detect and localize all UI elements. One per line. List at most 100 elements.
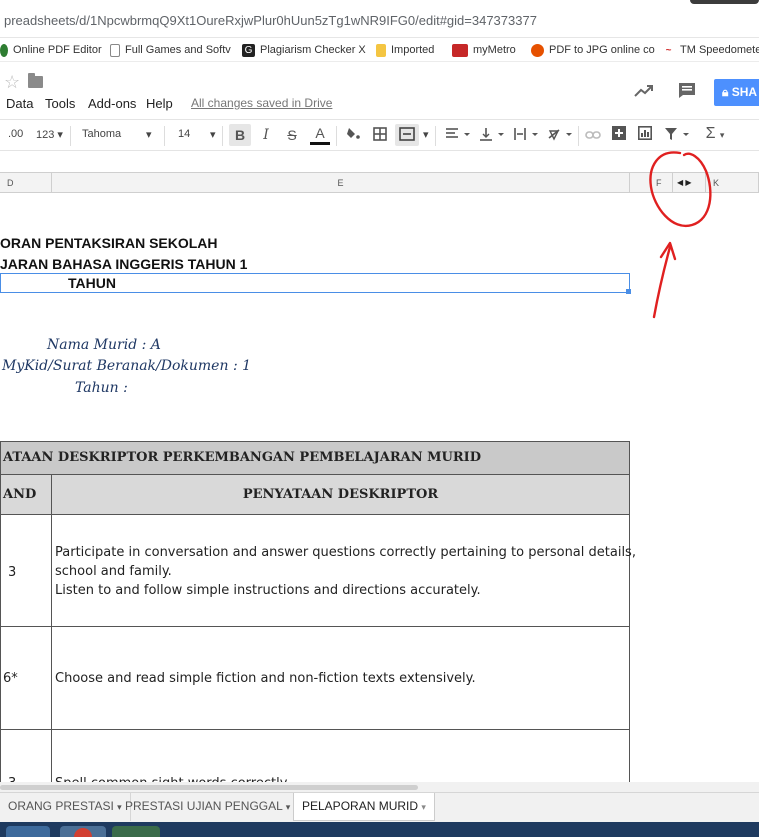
bookmark-label: PDF to JPG online co [549,44,655,56]
caret-icon: ▾ [146,129,152,141]
insert-link-icon[interactable] [584,127,602,143]
filter-icon[interactable] [662,127,692,144]
report-year[interactable]: TAHUN [68,275,116,291]
address-bar[interactable]: preadsheets/d/1NpcwbrmqQ9Xt1OureRxjwPlur… [0,0,759,38]
insert-chart-icon[interactable] [636,126,654,143]
menu-tools[interactable]: Tools [45,96,75,111]
star-icon[interactable]: ☆ [4,72,20,93]
table-row[interactable]: Choose and read simple fiction and non-f… [51,627,630,730]
bookmark-label: Online PDF Editor [13,44,102,56]
folder-icon [376,43,386,57]
sheet-tab-label: PELAPORAN MURID [302,799,419,813]
toolbar-divider [164,126,165,146]
bookmark-full-games[interactable]: Full Games and Softv [110,42,231,58]
decimal-button[interactable]: .00 [8,128,23,140]
sheet-tab[interactable]: ORANG PRESTASI ▾ [0,793,131,821]
table-row[interactable]: Participate in conversation and answer q… [51,515,636,627]
taskbar-chrome-icon[interactable] [60,826,106,837]
toolbar-divider [336,126,337,146]
font-size-select[interactable]: 14 ▾ [178,128,218,141]
caret-icon: ▾ [421,802,426,812]
bookmark-label: myMetro [473,44,516,56]
toolbar-divider [435,126,436,146]
student-name[interactable]: Nama Murid : A [47,337,161,353]
menu-add-ons[interactable]: Add-ons [88,96,136,111]
band-value: 3 [8,565,17,580]
column-header-e[interactable]: E [52,173,630,193]
comments-icon[interactable] [678,82,696,104]
caret-icon: ▾ [210,129,216,141]
bookmark-plagiarism-checker[interactable]: G Plagiarism Checker X [242,42,366,58]
band-value: 6* [3,671,18,686]
font-size-label: 14 [178,128,191,140]
bookmark-online-pdf-editor[interactable]: Online PDF Editor [0,42,102,58]
table-header[interactable]: ATAAN DESKRIPTOR PERKEMBANGAN PEMBELAJAR… [0,441,630,475]
browser-tab-edge [690,0,759,4]
text-rotation-icon[interactable] [545,127,575,144]
trend-chart-icon[interactable] [634,82,654,103]
toolbar-divider [578,126,579,146]
student-mykid[interactable]: MyKid/Surat Beranak/Dokumen : 1 [2,358,251,374]
pdf-icon [531,43,544,57]
taskbar-app-icon[interactable] [112,826,160,837]
font-family-select[interactable]: Tahoma ▾ [82,128,154,141]
lock-icon: 🔒︎ [722,85,729,99]
functions-icon[interactable]: Σ ▾ [700,125,730,143]
page-icon [110,43,120,57]
borders-icon[interactable] [371,127,389,144]
student-year[interactable]: Tahun : [75,380,128,396]
table-row[interactable]: 6* [0,627,52,730]
italic-button[interactable]: I [257,127,275,143]
band-column-header[interactable]: AND [0,475,52,515]
descriptor-line: Choose and read simple fiction and non-f… [55,671,476,686]
bookmark-imported[interactable]: Imported [376,42,434,58]
text-color-button[interactable]: A [310,124,330,145]
menu-help[interactable]: Help [146,96,173,111]
menu-data[interactable]: Data [6,96,33,111]
table-row[interactable]: 3 [0,515,52,627]
caret-icon: ▾ [285,802,291,812]
report-subject[interactable]: JARAN BAHASA INGGERIS TAHUN 1 [0,256,247,272]
tm-icon: ~ [665,44,672,56]
sheet-tab[interactable]: PRESTASI UJIAN PENGGAL ▾ [117,793,300,821]
insert-comment-icon[interactable] [610,126,628,143]
column-header-d[interactable]: D [0,173,52,193]
saved-status[interactable]: All changes saved in Drive [191,96,332,110]
bold-button[interactable]: B [229,124,251,146]
metro-icon [452,43,468,57]
bookmark-label: Full Games and Softv [125,44,231,56]
number-format-button[interactable]: 123 ▾ [36,128,63,141]
fill-handle[interactable] [626,289,631,294]
descriptor-line: Participate in conversation and answer q… [55,545,636,560]
bookmark-pdf-to-jpg[interactable]: PDF to JPG online co [531,42,655,58]
bookmarks-bar: Online PDF Editor Full Games and Softv G… [0,38,759,62]
share-button[interactable]: 🔒︎ SHA [714,79,759,106]
descriptor-column-header[interactable]: PENYATAAN DESKRIPTOR [51,475,630,515]
bookmark-mymetro[interactable]: myMetro [452,42,516,58]
toolbar-divider [222,126,223,146]
bookmark-label: TM Speedomete [680,44,759,56]
caret-icon[interactable]: ▾ [423,128,429,141]
report-title[interactable]: ORAN PENTAKSIRAN SEKOLAH [0,235,218,251]
vertical-align-icon[interactable] [477,127,507,144]
descriptor-line: school and family. [55,564,172,579]
horizontal-align-icon[interactable] [443,127,473,144]
scrollbar-thumb[interactable] [0,785,418,790]
taskbar-start-icon[interactable] [6,826,50,837]
url-text[interactable]: preadsheets/d/1NpcwbrmqQ9Xt1OureRxjwPlur… [4,13,537,28]
sheet-tabs-bar: ORANG PRESTASI ▾ PRESTASI UJIAN PENGGAL … [0,792,759,822]
sheet-tab-active[interactable]: PELAPORAN MURID ▾ [293,793,435,821]
text-wrapping-icon[interactable] [511,127,541,144]
bookmark-tm-speedometer[interactable]: ~ TM Speedomete [662,42,759,58]
descriptor-line: Listen to and follow simple instructions… [55,583,481,598]
merge-cells-icon[interactable] [395,124,419,146]
strikethrough-button[interactable]: S [283,127,301,143]
fill-color-icon[interactable] [344,126,362,145]
globe-icon [0,43,8,57]
sheet-tab-label: ORANG PRESTASI [8,799,114,813]
folder-icon[interactable] [28,73,43,88]
sheet-tab-label: PRESTASI UJIAN PENGGAL [125,799,283,813]
caret-icon: ▾ [57,129,63,141]
toolbar-divider [70,126,71,146]
bookmark-label: Plagiarism Checker X [260,44,366,56]
